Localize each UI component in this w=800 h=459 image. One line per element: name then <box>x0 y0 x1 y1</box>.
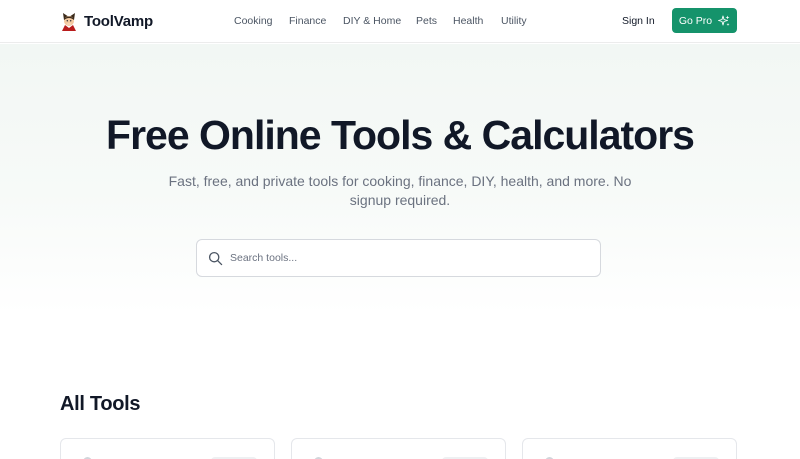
go-pro-button[interactable]: Go Pro <box>672 8 737 33</box>
nav-item-diy-home[interactable]: DIY & Home <box>343 13 401 29</box>
brand-name: ToolVamp <box>84 12 153 30</box>
search-icon <box>208 251 223 266</box>
nav-item-health[interactable]: Health <box>453 13 483 29</box>
site-header: ToolVamp Cooking Finance DIY & Home Pets… <box>0 0 800 43</box>
search-box[interactable] <box>196 239 601 277</box>
vampire-icon <box>62 13 76 31</box>
go-pro-label: Go Pro <box>678 14 713 27</box>
sparkles-icon <box>718 15 730 26</box>
sign-in-link[interactable]: Sign In <box>622 13 655 29</box>
brand-logo-link[interactable]: ToolVamp <box>60 10 153 32</box>
nav-item-pets[interactable]: Pets <box>416 13 437 29</box>
search-input[interactable] <box>230 241 590 275</box>
nav-item-finance[interactable]: Finance <box>289 13 326 29</box>
tool-card[interactable] <box>60 438 275 459</box>
tool-card[interactable] <box>522 438 737 459</box>
all-tools-heading: All Tools <box>60 393 141 415</box>
nav-item-utility[interactable]: Utility <box>501 13 527 29</box>
page: ToolVamp Cooking Finance DIY & Home Pets… <box>0 0 800 459</box>
tool-card[interactable] <box>291 438 506 459</box>
hero-title: Free Online Tools & Calculators <box>106 112 695 158</box>
nav-item-cooking[interactable]: Cooking <box>234 13 273 29</box>
hero-subtitle: Fast, free, and private tools for cookin… <box>168 173 632 208</box>
